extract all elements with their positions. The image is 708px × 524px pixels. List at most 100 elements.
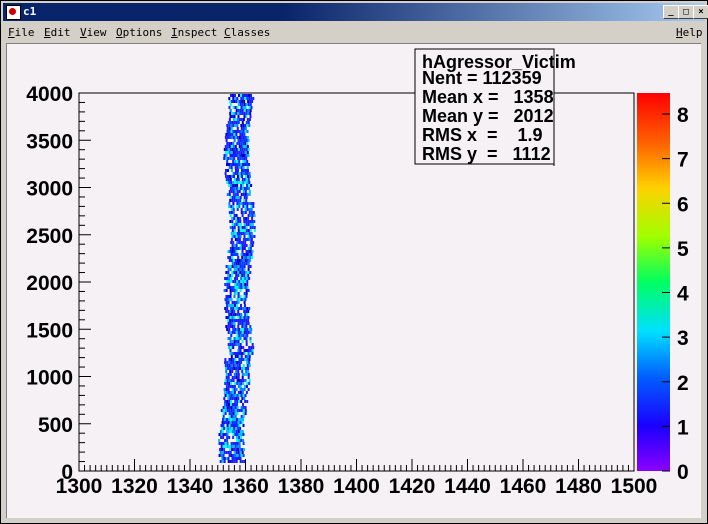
menu-file[interactable]: File (8, 26, 35, 39)
band-cell (246, 238, 249, 241)
band-cell (246, 355, 249, 358)
menu-inspect[interactable]: Inspect (171, 26, 217, 39)
band-cell (237, 292, 240, 295)
band-cell (222, 415, 225, 418)
band-cell (241, 229, 244, 232)
band-cell (243, 397, 246, 400)
band-cell (245, 367, 248, 370)
band-cell (246, 208, 249, 211)
band-cell (229, 367, 232, 370)
band-cell (230, 445, 233, 448)
band-cell (236, 409, 239, 412)
band-cell (227, 391, 230, 394)
band-cell (236, 241, 239, 244)
band-cell (234, 166, 237, 169)
band-cell (235, 274, 238, 277)
band-cell (235, 112, 238, 115)
band-cell (246, 172, 249, 175)
band-cell (230, 346, 233, 349)
band-cell (250, 205, 253, 208)
band-cell (253, 220, 256, 223)
band-cell (240, 145, 243, 148)
title-bar[interactable]: c1 _ □ × (3, 3, 708, 21)
band-cell (235, 217, 238, 220)
menu-edit[interactable]: Edit (44, 26, 71, 39)
band-cell (238, 151, 241, 154)
band-cell (235, 319, 238, 322)
minimize-icon[interactable]: _ (663, 5, 679, 19)
band-cell (241, 271, 244, 274)
band-cell (244, 355, 247, 358)
histogram-canvas[interactable]: 0 500 1000 1500 2000 2500 3000 3500 4000 1300 132… (6, 43, 701, 518)
band-cell (236, 136, 239, 139)
band-cell (227, 319, 230, 322)
band-cell (247, 319, 250, 322)
band-cell (234, 307, 237, 310)
band-cell (239, 157, 242, 160)
band-cell (247, 256, 250, 259)
band-cell (239, 385, 242, 388)
band-cell (228, 151, 231, 154)
band-cell (247, 148, 250, 151)
band-cell (247, 112, 250, 115)
band-cell (230, 304, 232, 307)
band-cell (235, 337, 238, 340)
band-cell (241, 460, 244, 463)
maximize-icon[interactable]: □ (678, 5, 694, 19)
band-cell (244, 163, 246, 166)
z-tick-label: 2 (677, 372, 689, 395)
band-cell (243, 385, 246, 388)
band-cell (219, 451, 222, 454)
band-cell (229, 448, 232, 451)
band-cell (240, 334, 243, 337)
band-cell (251, 343, 254, 346)
band-cell (247, 250, 250, 253)
band-cell (227, 133, 230, 136)
band-cell (242, 409, 245, 412)
band-cell (227, 373, 230, 376)
band-cell (231, 316, 234, 319)
menu-options[interactable]: Options (116, 26, 162, 39)
band-cell (228, 136, 231, 139)
close-icon[interactable]: × (693, 5, 708, 19)
menu-help[interactable]: Help (676, 26, 703, 39)
menu-bar: File Edit View Options Inspect Classes H… (3, 23, 705, 41)
band-cell (236, 439, 239, 442)
band-cell (236, 232, 239, 235)
band-cell (229, 460, 232, 463)
band-cell (232, 403, 234, 406)
band-cell (225, 157, 228, 160)
band-cell (231, 100, 234, 103)
band-cell (243, 271, 246, 274)
band-cell (231, 322, 234, 325)
band-cell (245, 154, 248, 157)
band-cell (241, 169, 243, 172)
band-cell (230, 208, 233, 211)
band-cell (235, 169, 237, 172)
band-cell (227, 175, 229, 178)
band-cell (220, 436, 223, 439)
menu-view[interactable]: View (80, 26, 107, 39)
band-cell (228, 379, 231, 382)
band-cell (239, 139, 242, 142)
band-cell (241, 178, 244, 181)
menu-classes[interactable]: Classes (224, 26, 270, 39)
band-cell (243, 133, 246, 136)
band-cell (231, 421, 234, 424)
band-cell (228, 193, 231, 196)
band-cell (236, 412, 239, 415)
band-cell (224, 172, 227, 175)
band-cell (231, 133, 234, 136)
band-cell (242, 106, 245, 109)
band-cell (228, 97, 231, 100)
band-cell (247, 178, 250, 181)
band-cell (231, 169, 233, 172)
band-cell (231, 301, 234, 304)
band-cell (248, 364, 251, 367)
band-cell (232, 394, 235, 397)
band-cell (241, 316, 244, 319)
band-cell (244, 406, 247, 409)
band-cell (247, 310, 250, 313)
band-cell (236, 142, 239, 145)
band-cell (237, 100, 240, 103)
